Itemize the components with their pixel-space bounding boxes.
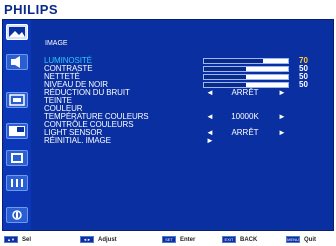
option-value: ARRÊT [231,88,259,97]
back-key-icon: EXIT [222,236,236,243]
value-bar-fill [204,67,246,71]
footer-back: EXIT BACK [222,235,257,244]
arrow-right-icon[interactable]: ► [206,137,214,145]
brand-logo: PHILIPS [4,2,59,17]
value-bar-fill [204,59,263,63]
adjust-key-icon: ◄► [80,236,94,243]
section-title: IMAGE [45,40,68,47]
quit-key-icon: MENU [286,236,300,243]
footer-enter: SET Enter [162,235,195,244]
arrow-left-icon[interactable]: ◄ [206,89,214,97]
menu-row-reinitial-image[interactable]: RÉINITIAL. IMAGE ► [3,137,335,145]
settings-icon[interactable] [6,175,28,191]
value-bar-fill [204,83,246,87]
footer-label: Adjust [98,236,117,243]
enter-key-icon: SET [162,236,176,243]
footer-help-bar: ▲▼ Sel ◄► Adjust SET Enter EXIT BACK MEN… [0,233,336,246]
option-value: ARRÊT [231,128,259,137]
info-icon[interactable] [6,207,28,223]
value-number: 50 [299,80,308,89]
sel-key-icon: ▲▼ [4,236,18,243]
arrow-right-icon[interactable]: ► [278,113,286,121]
footer-label: Quit [304,236,316,243]
monitor-icon[interactable] [6,150,28,166]
footer-label: BACK [240,236,258,243]
value-bar[interactable] [203,74,289,80]
arrow-right-icon[interactable]: ► [278,129,286,137]
footer-label: Enter [180,236,196,243]
value-bar[interactable] [203,58,289,64]
arrow-left-icon[interactable]: ◄ [206,113,214,121]
footer-sel: ▲▼ Sel [4,235,31,244]
option-value: 10000K [231,112,259,121]
osd-panel: IMAGE LUMINOSITÉ 70 CONTRASTE 50 NETTETÉ… [2,19,334,231]
value-bar-fill [204,75,246,79]
arrow-right-icon[interactable]: ► [278,89,286,97]
value-bar[interactable] [203,66,289,72]
footer-quit: MENU Quit [286,235,316,244]
footer-label: Sel [22,236,32,243]
footer-adjust: ◄► Adjust [80,235,117,244]
menu-label: RÉINITIAL. IMAGE [44,136,111,145]
picture-icon[interactable] [6,24,28,40]
